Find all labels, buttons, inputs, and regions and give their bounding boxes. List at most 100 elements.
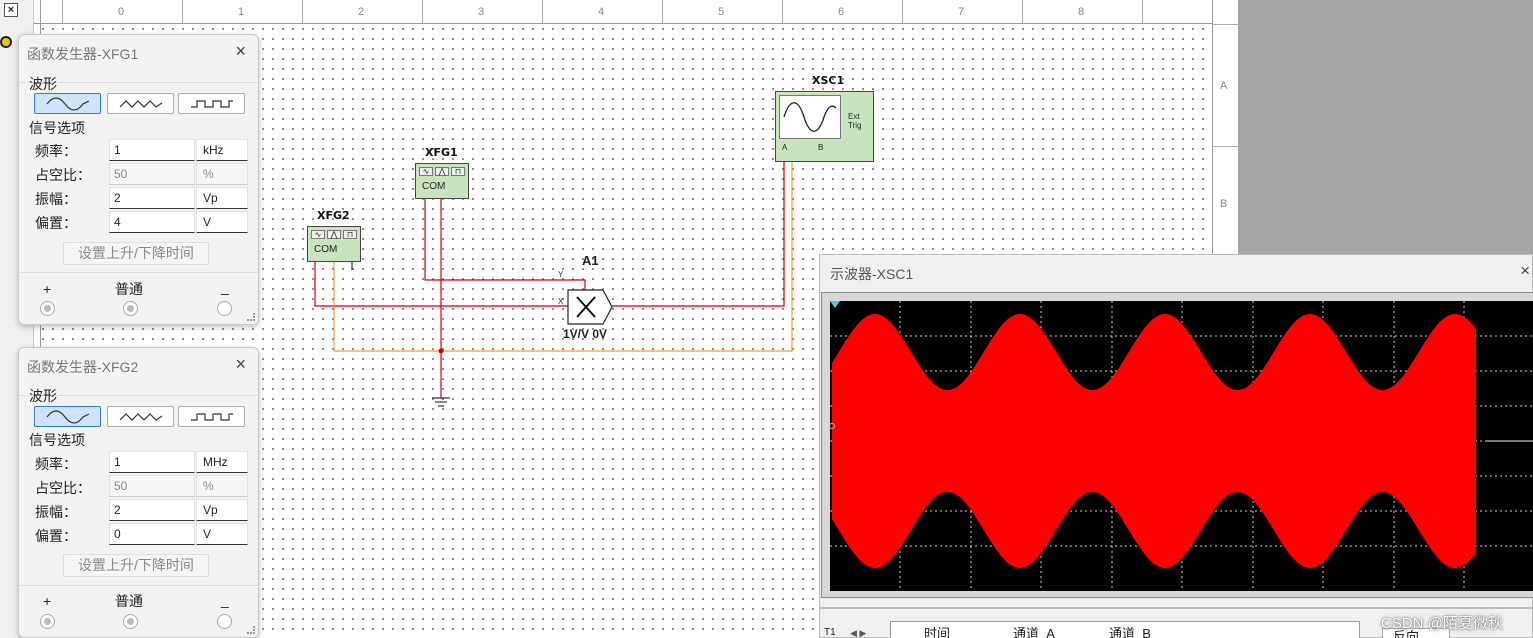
xfg2-symbol[interactable]: ∿ ⋀ ⊓ COM [307, 226, 361, 262]
common-terminal[interactable] [123, 301, 138, 316]
frequency-unit[interactable]: kHz [196, 139, 248, 161]
xfg1-com-label: COM [422, 181, 446, 192]
channel-a-column-header: 通道_A [1013, 626, 1055, 638]
square-wave-button[interactable] [178, 406, 245, 427]
signal-options-label: 信号选项 [29, 120, 85, 136]
waveform-section-label: 波形 [29, 76, 57, 92]
xfg2-label: XFG2 [317, 209, 350, 222]
xfg2-com-label: COM [314, 244, 338, 255]
amplitude-label: 振幅： [35, 504, 77, 520]
amplitude-field[interactable]: 2 [109, 187, 195, 209]
signal-options-label: 信号选项 [29, 432, 85, 448]
xfg1-symbol[interactable]: ∿ ⋀ ⊓ COM [415, 163, 469, 199]
frequency-unit[interactable]: MHz [196, 451, 248, 473]
common-terminal[interactable] [123, 614, 138, 629]
plus-terminal-label: + [43, 593, 52, 609]
triangle-icon: ⋀ [327, 230, 341, 239]
rise-fall-time-button: 设置上升/下降时间 [63, 554, 209, 577]
wire-com-to-scope-b [333, 160, 793, 352]
plus-terminal[interactable] [40, 614, 55, 629]
offset-unit[interactable]: V [196, 523, 248, 545]
xsc1-symbol[interactable]: Ext Trig A B [775, 91, 874, 162]
offset-field[interactable]: 4 [109, 211, 195, 233]
oscilloscope-xsc1-window: 示波器-XSC1 × T1 ◀ ▶ 时间 通道_A 通道_B 反向 [819, 254, 1533, 638]
minus-terminal-label: _ [221, 592, 229, 608]
divider [19, 585, 258, 586]
frequency-label: 频率： [35, 143, 77, 159]
channel-a-trace [832, 314, 1476, 568]
channel-b-column-header: 通道_B [1109, 626, 1151, 638]
triangle-icon: ⋀ [435, 167, 449, 176]
multisim-workspace: × 0 1 2 3 4 5 6 7 8 A B XFG1 ∿ ⋀ ⊓ COM X… [0, 0, 1533, 638]
t1-arrow-buttons[interactable]: ◀ ▶ [850, 628, 866, 638]
square-icon: ⊓ [451, 167, 465, 176]
resize-grip-icon[interactable] [247, 626, 255, 634]
oscilloscope-screen[interactable] [829, 301, 1533, 591]
scope-screen-icon [779, 95, 841, 139]
frequency-field[interactable]: 1 [109, 451, 195, 473]
divider [19, 272, 258, 273]
offset-field[interactable]: 0 [109, 523, 195, 545]
wire-junction [438, 348, 444, 354]
oscilloscope-display-frame [821, 292, 1533, 598]
sine-icon: ∿ [311, 230, 325, 239]
resize-grip-icon[interactable] [247, 313, 255, 321]
close-icon[interactable]: × [235, 41, 246, 62]
frequency-field[interactable]: 1 [109, 139, 195, 161]
duty-cycle-label: 占空比： [35, 167, 91, 183]
plus-terminal[interactable] [40, 301, 55, 316]
dialog-title: 函数发生器-XFG2 [27, 359, 139, 375]
common-terminal-label: 普通 [115, 593, 143, 609]
trigger-marker-icon [830, 301, 840, 308]
channel-a-pin-label: A [782, 143, 788, 152]
oscilloscope-title: 示波器-XSC1 [830, 266, 914, 282]
triangle-wave-button[interactable] [107, 406, 174, 427]
pin-y-label: Y [558, 270, 564, 279]
waveform-section-label: 波形 [29, 388, 57, 404]
xsc1-label: XSC1 [812, 74, 845, 87]
function-generator-xfg1-dialog: 函数发生器-XFG1 × 波形 信号选项 频率： 1 kHz 占空比： 50 %… [18, 34, 259, 325]
plus-terminal-label: + [43, 281, 52, 297]
time-column-header: 时间 [924, 626, 951, 638]
amplitude-field[interactable]: 2 [109, 499, 195, 521]
sine-icon: ∿ [419, 167, 433, 176]
offset-label: 偏置： [35, 215, 77, 231]
t1-label: T1 [824, 627, 836, 638]
duty-cycle-field: 50 [109, 475, 195, 497]
multiplier-symbol[interactable] [567, 289, 613, 325]
duty-cycle-unit: % [196, 163, 248, 185]
square-icon: ⊓ [343, 230, 357, 239]
divider [820, 607, 1533, 609]
ext-trig-label: Ext Trig [848, 112, 862, 130]
duty-cycle-unit: % [196, 475, 248, 497]
offset-label: 偏置： [35, 528, 77, 544]
xfg1-label: XFG1 [425, 146, 458, 159]
minus-terminal-label: _ [221, 279, 229, 295]
amplitude-unit[interactable]: Vp [196, 187, 248, 209]
ground-icon [432, 397, 450, 407]
close-icon[interactable]: × [235, 354, 246, 375]
close-icon[interactable]: × [1520, 261, 1530, 281]
dialog-title: 函数发生器-XFG1 [27, 46, 139, 62]
frequency-label: 频率： [35, 456, 77, 472]
wire-out-to-scope-a [612, 160, 785, 307]
channel-b-pin-label: B [818, 143, 824, 152]
minus-terminal[interactable] [217, 614, 232, 629]
triangle-wave-button[interactable] [107, 93, 174, 114]
sine-wave-button[interactable] [34, 93, 101, 114]
sine-wave-button[interactable] [34, 406, 101, 427]
oscilloscope-trace-area [829, 301, 1533, 591]
pin-x-label: X [558, 297, 564, 306]
common-terminal-label: 普通 [115, 281, 143, 297]
amplitude-unit[interactable]: Vp [196, 499, 248, 521]
multiplier-label: A1 [582, 253, 599, 268]
minus-terminal[interactable] [217, 301, 232, 316]
rise-fall-time-button: 设置上升/下降时间 [63, 242, 209, 265]
csdn-watermark: CSDN @陌夏微秋 [1381, 615, 1503, 632]
offset-unit[interactable]: V [196, 211, 248, 233]
square-wave-button[interactable] [178, 93, 245, 114]
function-generator-xfg2-dialog: 函数发生器-XFG2 × 波形 信号选项 频率： 1 MHz 占空比： 50 %… [18, 347, 259, 638]
multiplier-value: 1V/V 0V [563, 327, 608, 341]
duty-cycle-label: 占空比： [35, 480, 91, 496]
amplitude-label: 振幅： [35, 191, 77, 207]
